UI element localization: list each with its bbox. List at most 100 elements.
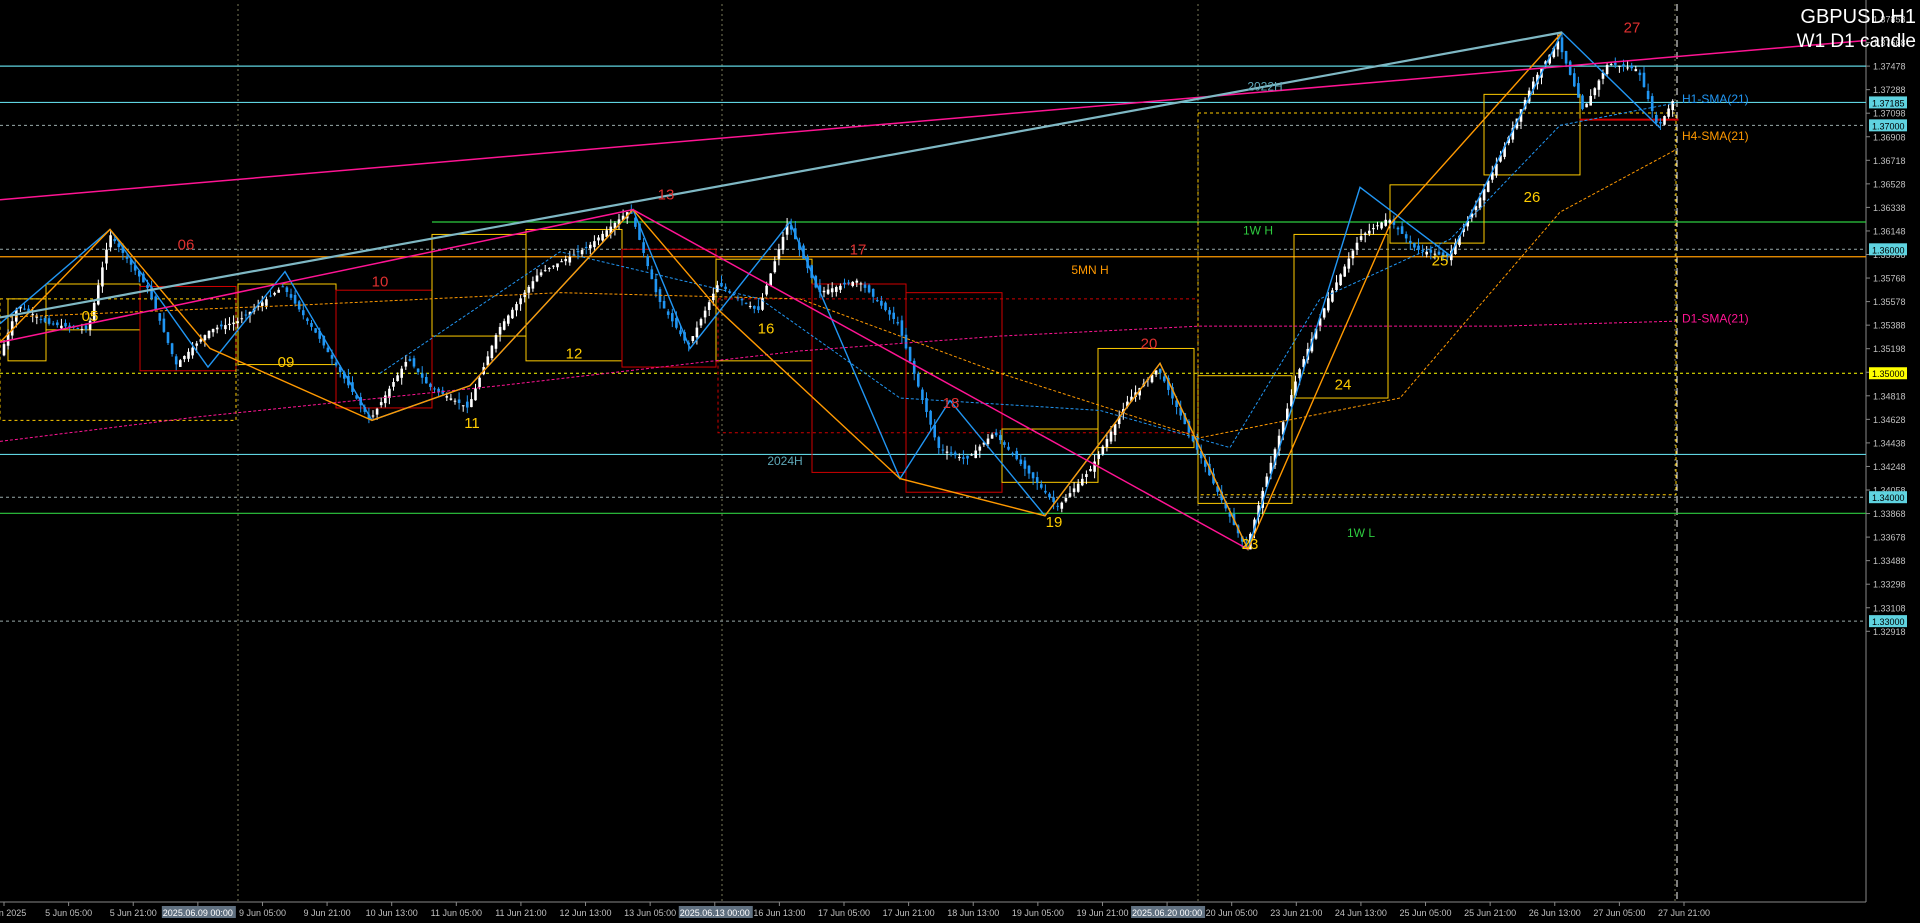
candle-body <box>105 249 108 264</box>
candle-body <box>310 323 313 327</box>
candle-body <box>671 313 674 322</box>
candle-body <box>1089 469 1092 472</box>
candle-body <box>371 415 375 417</box>
y-tick-label: 1.34438 <box>1873 438 1906 448</box>
candle-body <box>228 323 231 326</box>
x-tick-label: 25 Jun 21:00 <box>1464 908 1516 918</box>
candle-body <box>1011 453 1014 455</box>
candle-body <box>162 318 166 332</box>
x-tick-label: 25 Jun 05:00 <box>1400 908 1452 918</box>
candle-body <box>277 289 280 293</box>
x-tick-label: 11 Jun 05:00 <box>431 908 482 918</box>
swing-label-17: 17 <box>850 241 867 258</box>
candle-body <box>1634 69 1638 72</box>
candle-body <box>1614 62 1617 65</box>
candle-body <box>1322 308 1326 318</box>
candle-body <box>556 263 559 268</box>
candle-body <box>642 242 645 253</box>
y-tick-label: 1.33298 <box>1873 580 1906 590</box>
candle-body <box>1630 65 1633 69</box>
candle-body <box>921 389 924 400</box>
candle-body <box>519 298 522 305</box>
y-tick-label: 1.35768 <box>1873 274 1906 284</box>
candle-body <box>1327 298 1330 311</box>
candle-body <box>113 238 116 242</box>
candle-body <box>195 343 198 346</box>
candle-body <box>884 302 887 311</box>
candle-body <box>720 282 723 287</box>
x-tick-label: 19 Jun 21:00 <box>1076 908 1128 918</box>
candle-body <box>707 302 711 310</box>
candle-body <box>584 246 588 248</box>
candle-body <box>1622 64 1625 67</box>
x-tick-label: 10 Jun 13:00 <box>366 908 418 918</box>
candle-body <box>470 399 473 408</box>
candle-body <box>1560 37 1564 53</box>
swing-label-18: 18 <box>943 395 960 412</box>
candle-body <box>740 298 744 301</box>
candle-body <box>695 327 699 338</box>
candle-body <box>1027 465 1031 474</box>
candle-body <box>699 319 703 326</box>
swing-label-19: 19 <box>1046 514 1063 531</box>
candle-body <box>753 305 756 309</box>
candle-body <box>289 294 293 298</box>
price-label: 1.37000 <box>1872 121 1905 131</box>
candle-body <box>757 306 760 311</box>
x-tick-label: 2025.06.13 00:00 <box>680 908 750 918</box>
candle-body <box>97 285 100 305</box>
candle-body <box>1638 72 1642 76</box>
y-tick-label: 1.32918 <box>1873 627 1906 637</box>
candle-body <box>1044 490 1047 493</box>
candle-body <box>1031 472 1035 479</box>
indicator-label: H4-SMA(21) <box>1682 129 1749 143</box>
candle-body <box>449 398 453 400</box>
candle-body <box>1659 122 1662 124</box>
candle-body <box>511 309 514 319</box>
level-label: 1W L <box>1347 526 1375 540</box>
candle-body <box>953 452 957 456</box>
candle-body <box>765 285 768 295</box>
x-tick-label: 24 Jun 13:00 <box>1335 908 1387 918</box>
candle-body <box>306 318 309 322</box>
candle-body <box>994 432 998 436</box>
candle-body <box>835 287 838 292</box>
candle-body <box>1331 290 1334 302</box>
x-tick-label: 9 Jun 21:00 <box>304 908 351 918</box>
candle-body <box>273 292 276 295</box>
candle-body <box>535 275 539 282</box>
candle-body <box>1421 250 1424 252</box>
candle-body <box>1343 266 1346 277</box>
candle-body <box>51 323 55 325</box>
y-tick-label: 1.37098 <box>1873 109 1906 119</box>
candle-body <box>859 283 863 285</box>
indicator-label: D1-SMA(21) <box>1682 311 1749 325</box>
candle-body <box>441 390 444 394</box>
y-tick-label: 1.33488 <box>1873 556 1906 566</box>
candle-body <box>666 311 670 315</box>
x-tick-label: 5 Jun 05:00 <box>45 908 92 918</box>
candle-body <box>125 256 129 259</box>
candle-body <box>437 388 440 392</box>
chart-background <box>0 0 1920 923</box>
candle-body <box>1646 90 1650 99</box>
candle-body <box>515 304 518 311</box>
candle-body <box>703 310 707 318</box>
candle-body <box>867 285 871 293</box>
x-tick-label: 17 Jun 05:00 <box>818 908 870 918</box>
candle-body <box>64 322 67 327</box>
candle-body <box>1023 460 1027 469</box>
candle-body <box>433 388 436 390</box>
level-label: 5MN H <box>1071 263 1108 277</box>
candle-body <box>966 455 969 459</box>
candle-body <box>404 361 408 367</box>
y-tick-label: 1.36908 <box>1873 132 1906 142</box>
indicator-label: H1-SMA(21) <box>1682 92 1749 106</box>
candle-body <box>187 351 190 359</box>
candle-body <box>326 347 330 353</box>
candle-body <box>412 358 416 367</box>
level-label: 2022H <box>1247 80 1282 94</box>
price-chart[interactable]: 05 06 09 10 11 12 13 16 17 18 19 20 23 24 25 26 27 2022H 1… <box>0 0 1920 923</box>
swing-label-23: 23 <box>1242 536 1259 553</box>
y-tick-label: 1.35198 <box>1873 344 1906 354</box>
